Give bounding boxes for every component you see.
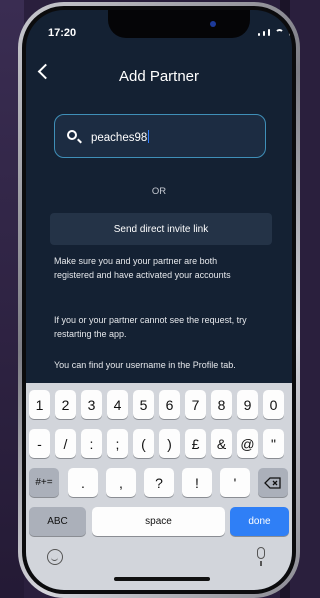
status-time: 17:20 xyxy=(48,27,77,39)
info-text-restart: If you or your partner cannot see the re… xyxy=(54,315,247,339)
key-8[interactable]: 8 xyxy=(211,390,232,419)
key-4[interactable]: 4 xyxy=(107,390,128,419)
key-exclamation[interactable]: ! xyxy=(182,468,212,497)
or-divider: OR xyxy=(151,186,167,197)
key-5[interactable]: 5 xyxy=(133,390,154,419)
search-value[interactable]: peaches98 xyxy=(91,130,150,144)
notch xyxy=(108,10,250,38)
key-colon[interactable]: : xyxy=(81,429,102,458)
keyboard: 1 2 3 4 5 6 7 8 9 0 - / : ; ( ) £ & @ " … xyxy=(26,383,292,590)
delete-key[interactable] xyxy=(258,468,288,497)
key-period[interactable]: . xyxy=(68,468,98,497)
backspace-icon xyxy=(264,476,281,489)
key-1[interactable]: 1 xyxy=(29,390,50,419)
info-text-registration: Make sure you and your partner are both … xyxy=(54,256,231,280)
abc-key[interactable]: ABC xyxy=(29,507,86,536)
key-close-paren[interactable]: ) xyxy=(159,429,180,458)
key-quote[interactable]: " xyxy=(263,429,284,458)
key-semicolon[interactable]: ; xyxy=(107,429,128,458)
key-7[interactable]: 7 xyxy=(185,390,206,419)
done-key[interactable]: done xyxy=(230,507,289,536)
home-indicator xyxy=(114,577,210,581)
battery-icon xyxy=(289,29,292,36)
text-cursor xyxy=(148,130,150,143)
key-apostrophe[interactable]: ' xyxy=(220,468,250,497)
key-9[interactable]: 9 xyxy=(237,390,258,419)
key-at[interactable]: @ xyxy=(237,429,258,458)
microphone-icon[interactable] xyxy=(257,547,265,566)
key-slash[interactable]: / xyxy=(55,429,76,458)
symbols-toggle-key[interactable]: #+= xyxy=(29,468,59,497)
key-pound[interactable]: £ xyxy=(185,429,206,458)
key-3[interactable]: 3 xyxy=(81,390,102,419)
key-hyphen[interactable]: - xyxy=(29,429,50,458)
key-2[interactable]: 2 xyxy=(55,390,76,419)
search-icon xyxy=(67,130,77,140)
key-ampersand[interactable]: & xyxy=(211,429,232,458)
info-text-username: You can find your username in the Profil… xyxy=(54,360,236,370)
signal-icon xyxy=(268,29,270,36)
status-icons xyxy=(258,29,292,36)
search-text: peaches98 xyxy=(91,132,148,144)
key-6[interactable]: 6 xyxy=(159,390,180,419)
wifi-icon xyxy=(275,29,284,36)
camera-dot xyxy=(210,21,216,27)
key-0[interactable]: 0 xyxy=(263,390,284,419)
key-question[interactable]: ? xyxy=(144,468,174,497)
send-invite-link-button[interactable]: Send direct invite link xyxy=(50,213,272,245)
space-key[interactable]: space xyxy=(92,507,225,536)
page-title: Add Partner xyxy=(118,68,200,85)
search-input[interactable]: peaches98 xyxy=(54,114,266,158)
signal-icon xyxy=(263,31,265,36)
emoji-icon[interactable] xyxy=(47,549,63,565)
signal-icon xyxy=(258,33,260,36)
key-comma[interactable]: , xyxy=(106,468,136,497)
key-open-paren[interactable]: ( xyxy=(133,429,154,458)
screen: 17:20 Add Partner peaches98 OR Send dire… xyxy=(26,10,292,590)
